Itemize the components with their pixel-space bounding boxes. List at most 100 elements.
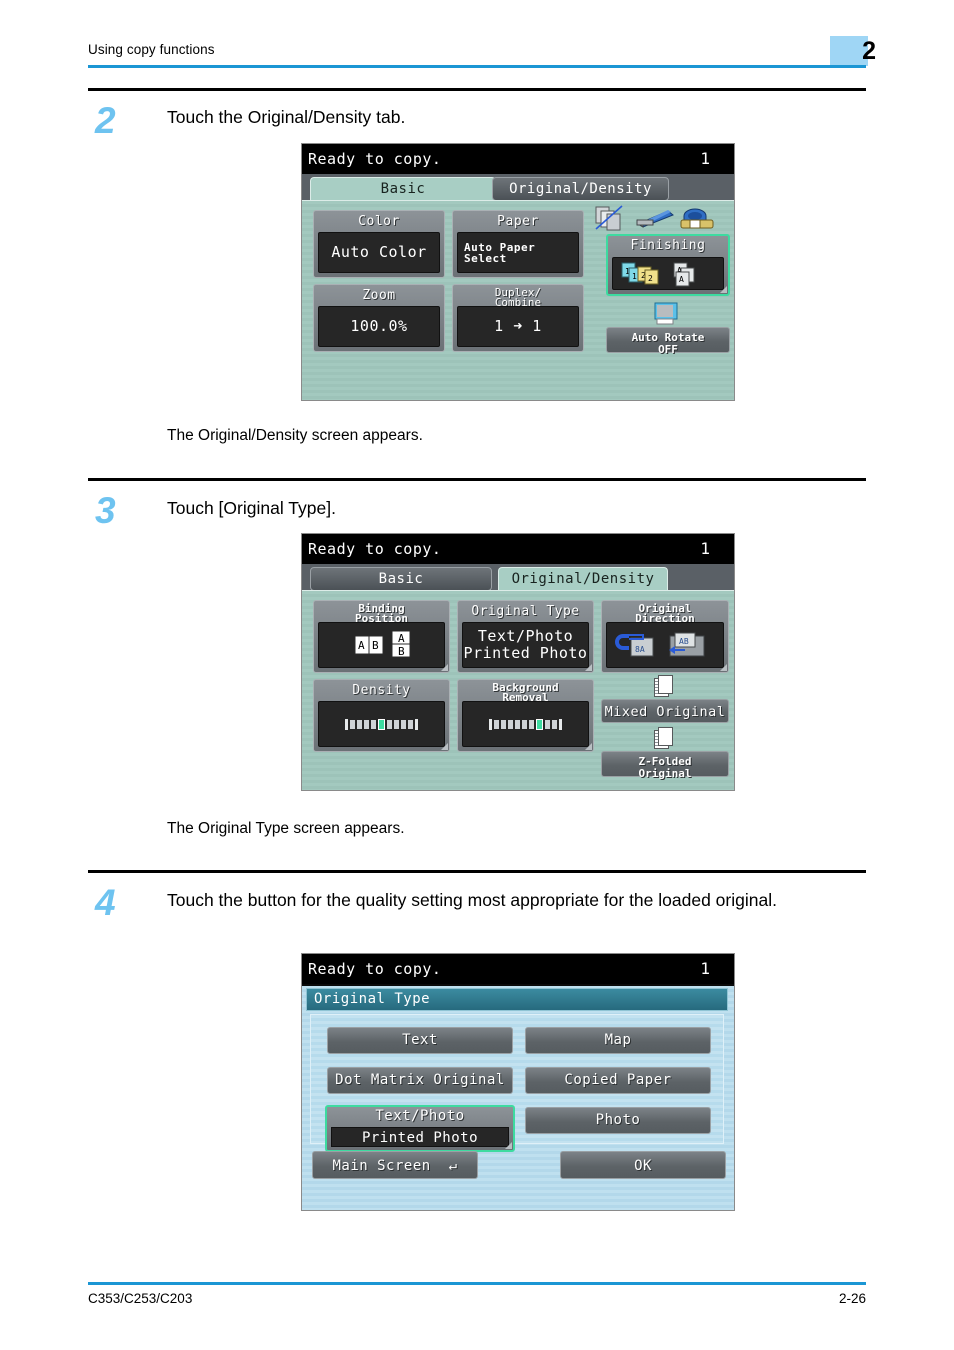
lcd3-status-bar: Ready to copy. 1: [302, 954, 734, 984]
step-3-result: The Original Type screen appears.: [167, 820, 405, 837]
lcd2-binding-corner-marker: [441, 664, 448, 671]
lcd2-button-mixed-original[interactable]: Mixed Original: [601, 699, 729, 723]
lcd1-card-finishing-value: 1 1 2 2 A A A: [612, 257, 724, 290]
lcd2-bgremoval-corner-marker: [585, 743, 592, 750]
lcd3-ok-label: OK: [634, 1158, 652, 1174]
manual-page: Using copy functions 2 2 Touch the Origi…: [0, 0, 954, 1350]
lcd2-density-slider[interactable]: [345, 718, 418, 730]
lcd2-mixed-original-label: Mixed Original: [604, 704, 726, 720]
lcd2-tab-basic[interactable]: Basic: [310, 567, 492, 591]
step-2-number: 2: [95, 100, 116, 141]
lcd2-bgremoval-value: [462, 701, 589, 747]
lcd2-original-type-value-line2: Printed Photo: [463, 644, 588, 662]
lcd1-tab-original-density[interactable]: Original/Density: [492, 177, 669, 201]
z-folded-original-icon: [654, 727, 676, 749]
lcd2-original-type-value-line1: Text/Photo: [477, 627, 574, 645]
page-footer: C353/C253/C203 2-26: [88, 1282, 866, 1322]
lcd1-card-zoom-value-line1: 100.0%: [350, 317, 408, 335]
step-2-result: The Original/Density screen appears.: [167, 427, 423, 444]
lcd1-card-paper-value-line2: Select: [464, 251, 507, 265]
lcd1-card-zoom-label: Zoom: [362, 288, 396, 303]
lcd1-card-color[interactable]: Color Auto Color: [313, 210, 445, 278]
lcd1-button-auto-rotate[interactable]: Auto Rotate OFF: [606, 327, 730, 355]
lcd2-card-binding-position[interactable]: Binding Position A B A B: [313, 600, 450, 673]
original-direction-preview-icon: 8A AB: [615, 632, 705, 657]
lcd3-body: Original Type Text Dot Matrix Original T…: [302, 986, 734, 1210]
lcd3-option-text-photo-line1: Text/Photo: [375, 1108, 465, 1124]
lcd3-option-photo[interactable]: Photo: [525, 1107, 711, 1134]
svg-text:A: A: [358, 639, 365, 652]
lcd2-binding-label: Binding Position: [316, 603, 447, 623]
step-4-number: 4: [95, 882, 116, 923]
lcd2-original-type-label: Original Type: [471, 604, 580, 619]
lcd2-body: Binding Position A B A B Original Type T…: [302, 590, 734, 790]
lcd1-body: Color Auto Color Paper Auto Paper Select…: [302, 200, 734, 400]
lcd3-option-map[interactable]: Map: [525, 1027, 711, 1054]
lcd3-option-text[interactable]: Text: [327, 1027, 513, 1054]
lcd3-button-ok[interactable]: OK: [560, 1151, 726, 1179]
lcd3-option-copied-paper[interactable]: Copied Paper: [525, 1067, 711, 1094]
lcd-screen-original-type-dialog: Ready to copy. 1 Original Type Text Dot …: [301, 953, 735, 1211]
step-3-instruction: Touch [Original Type].: [167, 498, 336, 518]
lcd1-status-text: Ready to copy.: [308, 150, 442, 168]
lcd3-button-main-screen[interactable]: Main Screen ↵: [312, 1151, 478, 1179]
lcd2-density-value: [318, 701, 445, 747]
stapler-icon: [635, 207, 675, 231]
page-header: Using copy functions 2: [88, 36, 876, 72]
lcd2-card-background-removal[interactable]: Background Removal: [457, 679, 594, 752]
lcd2-card-density[interactable]: Density: [313, 679, 450, 752]
step-3-number: 3: [95, 490, 116, 531]
svg-text:B: B: [398, 645, 405, 658]
lcd2-button-z-folded-original[interactable]: Z-Folded Original: [601, 751, 729, 780]
binding-position-preview-icon: A B A B: [354, 630, 410, 658]
mixed-original-icon: [654, 675, 676, 697]
lcd1-card-duplex-value-line1: 1 ➜ 1: [494, 317, 542, 335]
lcd2-bgremoval-label: Background Removal: [460, 682, 591, 702]
lcd2-original-type-corner-marker: [585, 664, 592, 671]
lcd2-tab-original-density[interactable]: Original/Density: [498, 567, 668, 591]
lcd2-binding-value: A B A B: [318, 622, 445, 668]
lcd1-card-finishing-label: Finishing: [630, 238, 706, 253]
lcd3-option-dot-matrix-original[interactable]: Dot Matrix Original: [327, 1067, 513, 1094]
header-divider: [88, 65, 866, 68]
lcd3-copy-count: 1: [700, 959, 710, 978]
lcd1-card-paper-value: Auto Paper Select: [457, 232, 579, 273]
footer-divider: [88, 1282, 866, 1285]
lcd3-options-area: Text Dot Matrix Original Text/Photo Prin…: [310, 1014, 724, 1152]
lcd1-status-bar: Ready to copy. 1: [302, 144, 734, 174]
lcd2-zfolded-label-line2: Original: [638, 766, 692, 780]
chapter-number: 2: [862, 37, 876, 65]
svg-text:8A: 8A: [635, 645, 645, 654]
lcd1-card-paper[interactable]: Paper Auto Paper Select: [452, 210, 584, 278]
lcd2-zfolded-label-line1: Z-Folded: [638, 755, 692, 768]
lcd2-card-original-direction[interactable]: Original Direction 8A AB: [601, 600, 729, 673]
lcd1-card-duplex-combine[interactable]: Duplex/ Combine 1 ➜ 1: [452, 284, 584, 352]
lcd2-direction-corner-marker: [720, 664, 727, 671]
lcd2-density-label: Density: [352, 683, 411, 698]
lcd1-card-zoom-value: 100.0%: [318, 306, 440, 347]
return-arrow-icon: ↵: [439, 1158, 458, 1174]
lcd2-card-original-type[interactable]: Original Type Text/Photo Printed Photo: [457, 600, 594, 673]
lcd2-tab-strip: Basic Original/Density: [302, 564, 734, 591]
lcd3-option-text-photo-printed-photo[interactable]: Text/Photo Printed Photo: [325, 1105, 515, 1152]
lcd1-tab-basic[interactable]: Basic: [310, 177, 496, 201]
svg-text:A: A: [679, 275, 684, 284]
lcd1-finishing-corner-marker: [720, 286, 727, 293]
lcd1-card-zoom[interactable]: Zoom 100.0%: [313, 284, 445, 352]
step-2-instruction: Touch the Original/Density tab.: [167, 107, 406, 127]
lcd1-card-finishing[interactable]: Finishing 1 1 2 2 A A: [606, 234, 730, 296]
lcd2-density-corner-marker: [441, 743, 448, 750]
rotate-page-icon: [654, 302, 682, 326]
svg-text:AB: AB: [679, 637, 689, 646]
lcd3-main-screen-text: Main Screen: [332, 1158, 431, 1174]
lcd1-card-color-value: Auto Color: [318, 232, 440, 273]
lcd2-bgremoval-slider[interactable]: [489, 718, 562, 730]
hole-punch-icon: [678, 205, 720, 231]
step-4-instruction: Touch the button for the quality setting…: [167, 890, 777, 910]
lcd1-card-duplex-label: Duplex/ Combine: [455, 287, 581, 307]
lcd1-card-color-value-line1: Auto Color: [331, 243, 427, 261]
lcd1-card-paper-label: Paper: [497, 214, 539, 229]
step-2-divider: [88, 88, 866, 91]
lcd2-direction-value: 8A AB: [606, 622, 724, 668]
lcd2-status-text: Ready to copy.: [308, 540, 442, 558]
